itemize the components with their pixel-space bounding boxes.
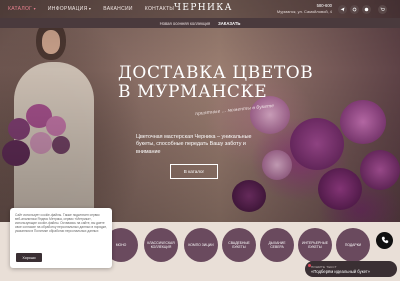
chat-status-dot	[308, 264, 311, 267]
phone-icon	[381, 236, 389, 246]
vk-icon[interactable]	[350, 5, 359, 14]
bouquet-flower	[52, 136, 70, 154]
catalog-button[interactable]: В каталог	[170, 164, 218, 179]
bouquet-flower	[46, 116, 66, 136]
woman-face	[42, 30, 60, 54]
flower	[360, 150, 400, 190]
whatsapp-icon[interactable]	[362, 5, 371, 14]
announcement-text: Новая осенняя коллекция	[159, 20, 211, 26]
bouquet-flower	[26, 104, 52, 128]
flower	[290, 118, 344, 170]
cart-icon[interactable]	[378, 5, 387, 14]
bouquet-flower	[30, 132, 52, 154]
category-classic[interactable]: КЛАССИЧЕСКАЯ КОЛЛЕКЦИЯ	[144, 228, 178, 262]
call-button[interactable]	[376, 232, 393, 249]
announcement-link[interactable]: ЗАКАЗАТЬ	[218, 21, 240, 26]
hero-subtitle: Цветочная мастерская Черника – уникальны…	[136, 134, 252, 155]
nav-item-info[interactable]: ИНФОРМАЦИЯ	[48, 6, 91, 12]
cookie-popup: Сайт использует cookie-файлы. Также подк…	[10, 208, 112, 268]
bouquet-flower	[2, 140, 30, 166]
nav-item-catalog[interactable]: КАТАЛОГ	[8, 6, 36, 12]
cookie-accept-button[interactable]: Хорошо	[16, 253, 42, 262]
address: Мурманск, ул. Самойловой, 4	[276, 9, 332, 14]
category-wedding[interactable]: СВАДЕБНЫЕ БУКЕТЫ	[222, 228, 256, 262]
announcement-bar: Новая осенняя коллекция ЗАКАЗАТЬ	[0, 18, 400, 28]
headline-line-1: Доставка цветов	[118, 63, 314, 83]
hero-headline: Доставка цветов в Мурманске	[118, 64, 368, 102]
bouquet-flower	[8, 118, 30, 140]
flower	[232, 180, 266, 212]
flower	[262, 150, 292, 180]
phone-number[interactable]: 580-600	[292, 3, 332, 8]
nav-item-contacts[interactable]: КОНТАКТЫ	[145, 6, 174, 12]
flower	[318, 168, 362, 210]
category-compositions[interactable]: КОМПО ЗИЦИИ	[184, 228, 218, 262]
headline-line-2: в Мурманске	[118, 82, 268, 102]
woman-figure	[14, 62, 94, 232]
site-logo[interactable]: ЧЕРНИКА	[174, 3, 231, 13]
telegram-icon[interactable]	[338, 5, 347, 14]
nav-item-vacancies[interactable]: ВАКАНСИИ	[103, 6, 133, 12]
flower	[340, 100, 386, 144]
category-north[interactable]: ДЫХАНИЕ СЕВЕРА	[260, 228, 294, 262]
category-interior[interactable]: ИНТЕРЬЕРНЫЕ БУКЕТЫ	[298, 228, 332, 262]
category-gifts[interactable]: ПОДАРКИ	[336, 228, 370, 262]
chat-message: «Подберём идеальный букет»	[311, 268, 371, 274]
cookie-text: Сайт использует cookie-файлы. Также подк…	[15, 213, 107, 234]
chat-widget[interactable]: ПИШИТЕ ТЕКСТ «Подберём идеальный букет»	[305, 261, 397, 277]
header-contacts: 580-600 Мурманск, ул. Самойловой, 4	[277, 3, 332, 14]
